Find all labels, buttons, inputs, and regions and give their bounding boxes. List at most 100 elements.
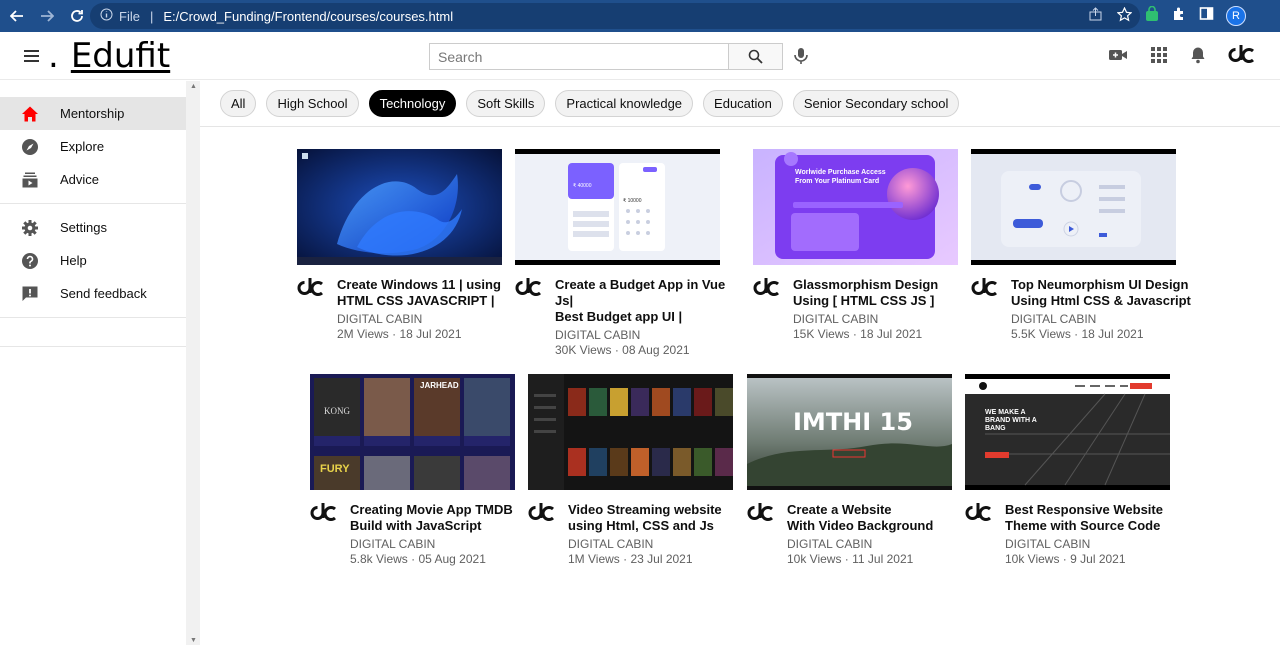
chip-soft-skills[interactable]: Soft Skills	[466, 90, 546, 117]
video-title[interactable]: Create a Website With Video Background	[787, 502, 967, 534]
url-text[interactable]: E:/Crowd_Funding/Frontend/courses/course…	[163, 9, 453, 24]
video-title[interactable]: Glassmorphism Design Using [ HTML CSS JS…	[793, 277, 973, 309]
sidepanel-icon[interactable]	[1199, 6, 1214, 26]
video-thumbnail[interactable]: ₹ 40000 ₹ 10000	[515, 149, 720, 265]
sidebar-item-help[interactable]: Help	[0, 244, 186, 277]
video-title[interactable]: Create a Budget App in Vue Js| Best Budg…	[555, 277, 735, 325]
video-card[interactable]: WE MAKE A BRAND WITH A BANG Best Respons…	[965, 374, 1180, 566]
chip-practical-knowledge[interactable]: Practical knowledge	[555, 90, 694, 117]
video-card[interactable]: Video Streaming website using Html, CSS …	[528, 374, 743, 566]
chip-senior-secondary-school[interactable]: Senior Secondary school	[792, 90, 960, 117]
app-logo[interactable]: . Edufit	[48, 36, 170, 76]
sidebar-divider	[0, 203, 186, 204]
channel-logo-icon[interactable]	[753, 277, 785, 305]
scroll-up-arrow-icon[interactable]: ▲	[190, 83, 197, 90]
sidebar-divider	[0, 346, 186, 347]
chip-technology[interactable]: Technology	[368, 90, 457, 117]
app-header: . Edufit	[0, 32, 1280, 80]
video-title[interactable]: Best Responsive Website Theme with Sourc…	[1005, 502, 1185, 534]
svg-text:₹ 10000: ₹ 10000	[623, 198, 642, 204]
create-video-icon[interactable]	[1108, 47, 1128, 68]
info-icon[interactable]	[100, 8, 113, 24]
channel-name[interactable]: DIGITAL CABIN	[337, 312, 517, 326]
channel-logo-icon[interactable]	[515, 277, 547, 305]
video-card[interactable]: KONG JARHEAD FURY Creating Movie App TMD…	[310, 374, 525, 566]
sidebar-item-advice[interactable]: Advice	[0, 163, 186, 196]
channel-name[interactable]: DIGITAL CABIN	[793, 312, 973, 326]
sidebar: Mentorship Explore Advice Settings Help …	[0, 81, 186, 645]
apps-grid-icon[interactable]	[1150, 46, 1168, 69]
notifications-bell-icon[interactable]	[1190, 46, 1206, 69]
sidebar-divider	[0, 317, 186, 318]
profile-avatar[interactable]: R	[1226, 6, 1246, 26]
video-thumbnail[interactable]	[528, 374, 733, 490]
sidebar-item-mentorship[interactable]: Mentorship	[0, 97, 186, 130]
address-bar[interactable]: File | E:/Crowd_Funding/Frontend/courses…	[90, 3, 1140, 29]
video-stats: 5.5K Views · 18 Jul 2021	[1011, 327, 1144, 341]
video-card[interactable]: IMTHI 15 Create a Website With Video Bac…	[747, 374, 962, 566]
channel-name[interactable]: DIGITAL CABIN	[568, 537, 748, 551]
channel-logo-icon[interactable]	[297, 277, 329, 305]
chip-all[interactable]: All	[220, 90, 257, 117]
search-button[interactable]	[728, 44, 782, 69]
video-thumbnail[interactable]: Worlwide Purchase Access From Your Plati…	[753, 149, 958, 265]
gear-icon	[20, 218, 40, 238]
video-title[interactable]: Video Streaming website using Html, CSS …	[568, 502, 748, 534]
video-title[interactable]: Creating Movie App TMDB Build with JavaS…	[350, 502, 530, 534]
search-input[interactable]	[430, 44, 728, 69]
channel-name[interactable]: DIGITAL CABIN	[350, 537, 530, 551]
channel-logo-icon[interactable]	[971, 277, 1003, 305]
sidebar-item-label: Explore	[60, 139, 105, 154]
mic-icon[interactable]	[792, 46, 810, 71]
video-thumbnail[interactable]: KONG JARHEAD FURY	[310, 374, 515, 490]
video-title[interactable]: Create Windows 11 | using HTML CSS JAVAS…	[337, 277, 517, 309]
share-icon[interactable]	[1088, 7, 1103, 25]
back-button[interactable]	[4, 3, 30, 29]
sidebar-item-send-feedback[interactable]: Send feedback	[0, 277, 186, 310]
extension-green-icon[interactable]	[1144, 5, 1160, 27]
search-icon	[748, 49, 763, 64]
channel-logo-icon[interactable]	[310, 502, 342, 530]
video-card[interactable]: ₹ 40000 ₹ 10000 Create a Budget App in V…	[515, 149, 730, 357]
forward-button[interactable]	[34, 3, 60, 29]
sidebar-item-label: Help	[60, 253, 87, 268]
menu-icon[interactable]	[20, 45, 44, 67]
video-thumbnail[interactable]	[297, 149, 502, 265]
reload-button[interactable]	[64, 3, 90, 29]
logo-text: Edufit	[70, 36, 171, 76]
video-title[interactable]: Top Neumorphism UI Design Using Html CSS…	[1011, 277, 1191, 309]
video-stats: 5.8k Views · 05 Aug 2021	[350, 552, 486, 566]
account-logo-icon[interactable]	[1228, 44, 1254, 71]
channel-logo-icon[interactable]	[528, 502, 560, 530]
url-divider: |	[149, 8, 154, 24]
svg-text:JARHEAD: JARHEAD	[420, 381, 459, 390]
svg-text:FURY: FURY	[320, 463, 350, 475]
sidebar-item-settings[interactable]: Settings	[0, 211, 186, 244]
search-box	[429, 43, 783, 70]
channel-name[interactable]: DIGITAL CABIN	[555, 328, 735, 342]
video-card[interactable]: Worlwide Purchase Access From Your Plati…	[753, 149, 968, 341]
chip-high-school[interactable]: High School	[266, 90, 359, 117]
video-thumbnail[interactable]	[971, 149, 1176, 265]
sidebar-item-label: Settings	[60, 220, 107, 235]
bookmark-star-icon[interactable]	[1116, 6, 1133, 25]
channel-name[interactable]: DIGITAL CABIN	[1005, 537, 1185, 551]
channel-name[interactable]: DIGITAL CABIN	[1011, 312, 1191, 326]
sidebar-item-explore[interactable]: Explore	[0, 130, 186, 163]
video-thumbnail[interactable]: WE MAKE A BRAND WITH A BANG	[965, 374, 1170, 490]
video-stats: 1M Views · 23 Jul 2021	[568, 552, 693, 566]
video-card[interactable]: Top Neumorphism UI Design Using Html CSS…	[971, 149, 1191, 341]
extensions-puzzle-icon[interactable]	[1172, 6, 1187, 26]
channel-logo-icon[interactable]	[747, 502, 779, 530]
subscriptions-icon	[20, 170, 40, 190]
channel-name[interactable]: DIGITAL CABIN	[787, 537, 967, 551]
browser-toolbar: File | E:/Crowd_Funding/Frontend/courses…	[0, 0, 1280, 32]
channel-logo-icon[interactable]	[965, 502, 997, 530]
scroll-down-arrow-icon[interactable]: ▼	[190, 637, 197, 644]
video-card[interactable]: Create Windows 11 | using HTML CSS JAVAS…	[297, 149, 512, 341]
chip-education[interactable]: Education	[703, 90, 783, 117]
url-scheme: File	[119, 8, 140, 24]
video-thumbnail[interactable]: IMTHI 15	[747, 374, 952, 490]
video-stats: 10k Views · 9 Jul 2021	[1005, 552, 1126, 566]
sidebar-scrollbar[interactable]: ▲ ▼	[186, 81, 200, 645]
